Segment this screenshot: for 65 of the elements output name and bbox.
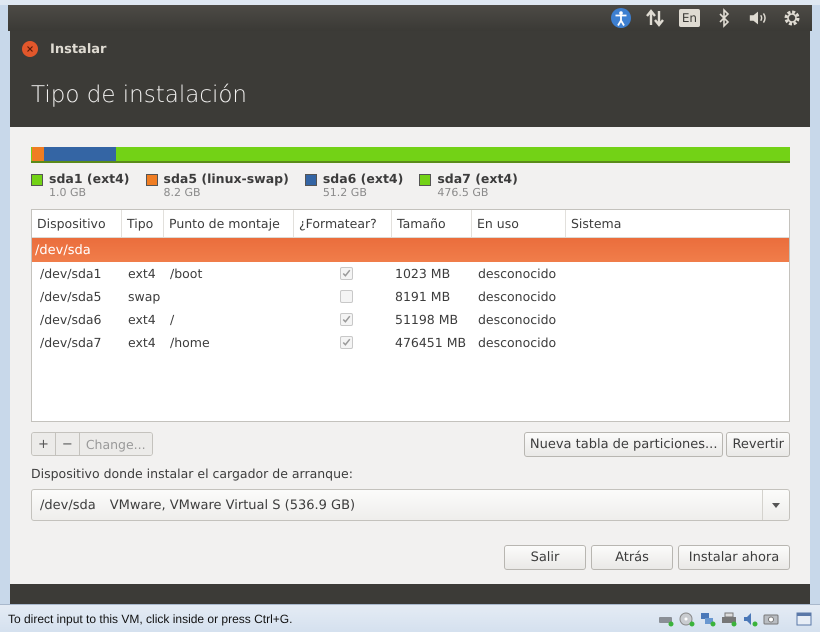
column-header[interactable]: Sistema: [566, 210, 789, 238]
table-cell-text: /dev/sda6: [39, 312, 102, 328]
partition-size: 8.2 GB: [164, 186, 202, 200]
column-header[interactable]: Tamaño: [392, 210, 472, 238]
table-cell: swap: [128, 289, 160, 304]
printer-icon[interactable]: [721, 610, 737, 627]
bootloader-dropdown[interactable]: /dev/sda VMware, VMware Virtual S (536.9 GB): [31, 489, 790, 522]
settings-icon[interactable]: [782, 8, 802, 28]
table-cell: desconocido: [478, 335, 556, 350]
table-cell: /home: [170, 335, 210, 350]
table-cell: desconocido: [478, 266, 556, 282]
column-header[interactable]: Tipo: [122, 210, 164, 238]
navigation-button[interactable]: Atrás: [591, 545, 673, 570]
keyboard-layout-indicator[interactable]: En: [678, 9, 700, 28]
partition-name: sda1 (ext4): [49, 171, 130, 186]
table-cell: /boot: [170, 266, 202, 282]
partition-name: sda6 (ext4): [322, 171, 404, 186]
table-cell-text: /dev/sda5: [39, 289, 102, 304]
table-action-button[interactable]: Nueva tabla de particiones...: [524, 432, 724, 457]
disc-icon[interactable]: [679, 610, 695, 627]
partition-name: sda7 (ext4): [437, 171, 518, 186]
status-text: To direct input to this VM, click inside or press Ctrl+G.: [8, 612, 292, 626]
table-cell: 476451 MB: [395, 335, 466, 350]
window-icon[interactable]: [796, 610, 812, 627]
network-icon[interactable]: [700, 610, 716, 627]
column-header[interactable]: Dispositivo: [32, 210, 122, 238]
table-cell: 8191 MB: [395, 289, 450, 304]
table-cell-text: /dev/sda7: [39, 335, 102, 350]
column-header[interactable]: En uso: [472, 210, 566, 238]
table-cell: /: [170, 312, 174, 328]
partition-name: sda5 (linux-swap): [164, 171, 289, 186]
partition-size: 476.5 GB: [437, 186, 490, 200]
table-cell: 1023 MB: [395, 266, 450, 282]
speaker-icon[interactable]: [742, 610, 758, 627]
caret-icon: [772, 502, 780, 508]
format-checkbox[interactable]: [340, 336, 352, 350]
table-row[interactable]: /dev/sda1 ext4 /boot 1023 MB desconocido: [32, 262, 789, 286]
partition-size: 51.2 GB: [322, 186, 368, 200]
format-checkbox[interactable]: [340, 313, 352, 326]
table-cell: ext4: [128, 266, 156, 282]
table-row[interactable]: /dev/sda6 ext4 / 51198 MB desconocido: [32, 308, 789, 332]
table-cell: 51198 MB: [395, 312, 458, 328]
accessibility-icon[interactable]: [610, 8, 631, 28]
table-cell: ext4: [128, 335, 156, 350]
navigation-button[interactable]: Instalar ahora: [678, 545, 790, 570]
navigation-button[interactable]: Salir: [504, 545, 586, 570]
partition-size: 1.0 GB: [49, 186, 88, 200]
format-checkbox[interactable]: [340, 290, 352, 304]
table-cell-text: /dev/sda1: [39, 266, 102, 282]
close-icon[interactable]: [22, 41, 38, 58]
format-checkbox[interactable]: [340, 267, 352, 280]
column-header[interactable]: ¿Formatear?: [294, 210, 392, 238]
window-title: Instalar: [50, 42, 106, 57]
table-row[interactable]: /dev/sda5 swap 8191 MB desconocido: [32, 285, 789, 308]
table-cell: desconocido: [478, 312, 556, 328]
table-row[interactable]: /dev/sda7 ext4 /home 476451 MB desconocido: [32, 331, 789, 354]
column-header[interactable]: Punto de montaje: [164, 210, 294, 238]
page-heading: Tipo de instalación: [31, 82, 248, 108]
table-cell: ext4: [128, 312, 156, 328]
bootloader-label: Dispositivo donde instalar el cargador de arranque:: [31, 466, 354, 482]
network-arrows-icon[interactable]: [644, 8, 665, 28]
partition-edit-button[interactable]: +: [32, 433, 56, 456]
table-action-button[interactable]: Revertir: [726, 432, 790, 457]
table-cell: desconocido: [478, 289, 556, 304]
partition-edit-button[interactable]: −: [56, 433, 80, 456]
